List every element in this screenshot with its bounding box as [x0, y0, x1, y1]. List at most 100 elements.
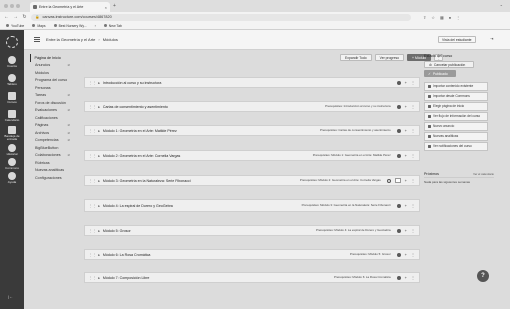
extensions-icon[interactable]: ▦: [440, 15, 444, 20]
breadcrumb-course[interactable]: Entre la Geometría y el Arte: [46, 37, 95, 42]
help-fab-icon[interactable]: ?: [477, 270, 489, 282]
global-nav-commons[interactable]: Commons: [0, 158, 24, 170]
view-calendar-link[interactable]: Ver el calendario: [473, 172, 494, 176]
drag-handle-icon[interactable]: ⋮⋮: [89, 253, 96, 257]
bookmark-nursery[interactable]: Best Nursery Wy...: [53, 24, 87, 28]
sidebar-action-button[interactable]: Importar desde Commons: [424, 92, 488, 101]
course-nav-item[interactable]: Configuraciones: [30, 174, 80, 182]
global-nav-help[interactable]: Ayuda: [0, 172, 24, 184]
tab-search-icon[interactable]: ⌄: [500, 2, 506, 7]
collapse-caret-icon[interactable]: ▸: [98, 276, 100, 280]
collapse-caret-icon[interactable]: ▸: [98, 229, 100, 233]
bookmark-more[interactable]: ›: [95, 24, 96, 28]
close-tab-icon[interactable]: ×: [105, 5, 107, 10]
global-nav-courses[interactable]: Cursos: [0, 92, 24, 104]
course-nav-item[interactable]: Personas: [30, 84, 80, 92]
add-item-icon[interactable]: +: [405, 153, 407, 158]
global-nav-history[interactable]: Historial: [0, 144, 24, 156]
drag-handle-icon[interactable]: ⋮⋮: [89, 229, 96, 233]
hamburger-icon[interactable]: [34, 37, 40, 43]
collapse-caret-icon[interactable]: ▸: [98, 154, 100, 158]
course-nav-item[interactable]: Archivos ⊘: [30, 129, 80, 137]
collapse-caret-icon[interactable]: ▸: [98, 204, 100, 208]
menu-icon[interactable]: ⋮: [456, 15, 460, 20]
add-item-icon[interactable]: +: [405, 203, 407, 208]
published-icon[interactable]: [396, 80, 401, 85]
drag-handle-icon[interactable]: ⋮⋮: [89, 129, 96, 133]
reload-icon[interactable]: ↻: [22, 14, 27, 20]
bookmark-maps[interactable]: Maps: [32, 24, 46, 28]
student-view-button[interactable]: Vista del estudiante: [438, 36, 476, 43]
global-nav-calendar[interactable]: Calendario: [0, 110, 24, 122]
course-nav-item[interactable]: Anuncios ⊘: [30, 62, 80, 70]
course-nav-item[interactable]: BigBlueButton: [30, 144, 80, 152]
course-nav-item[interactable]: Páginas ⊘: [30, 122, 80, 130]
sidebar-toggle-icon[interactable]: ⇥: [490, 36, 493, 41]
course-nav-item[interactable]: Colaboraciones ⊘: [30, 152, 80, 160]
module-row[interactable]: ⋮⋮ ▸ Introducción al curso y su instructor…: [84, 77, 420, 88]
course-nav-item[interactable]: Calificaciones: [30, 114, 80, 122]
drag-handle-icon[interactable]: ⋮⋮: [89, 105, 96, 109]
sidebar-action-button[interactable]: Importar contenido existente: [424, 82, 488, 91]
publish-toggle[interactable]: [394, 178, 401, 183]
bookmark-newtab[interactable]: New Tab: [103, 24, 122, 28]
course-nav-item[interactable]: Nuevas analíticas: [30, 167, 80, 175]
module-row[interactable]: ⋮⋮ ▸ Módulo 1: Geometría en el Arte: Matil…: [84, 125, 420, 136]
module-row[interactable]: ⋮⋮ ▸ Módulo 2: Geometría en el Arte: Corne…: [84, 150, 420, 161]
forward-icon[interactable]: →: [13, 14, 18, 20]
global-nav-inbox[interactable]: Bandeja de entrada: [0, 126, 24, 142]
module-row[interactable]: ⋮⋮ ▸ Módulo 4: La espiral de Durero y GeoG…: [84, 199, 420, 212]
sidebar-action-button[interactable]: Elegir página de inicio: [424, 102, 488, 111]
profile-icon[interactable]: ●: [449, 15, 451, 20]
course-nav-item[interactable]: Tareas ⊘: [30, 92, 80, 100]
module-row[interactable]: ⋮⋮ ▸ Módulo 6: La Rosa Cromática Prerequisi…: [84, 249, 420, 260]
module-menu-icon[interactable]: ⋮: [411, 228, 415, 233]
global-nav-dashboard[interactable]: Tablero: [0, 74, 24, 86]
module-menu-icon[interactable]: ⋮: [411, 275, 415, 280]
add-item-icon[interactable]: +: [405, 104, 407, 109]
published-button[interactable]: ✓ Publicado: [424, 70, 456, 77]
sidebar-action-button[interactable]: Nuevo anuncio: [424, 122, 488, 131]
add-item-icon[interactable]: +: [405, 275, 407, 280]
canvas-logo-icon[interactable]: [6, 36, 18, 48]
unpublished-icon[interactable]: [386, 178, 391, 183]
view-progress-button[interactable]: Ver progreso: [374, 54, 405, 61]
module-row[interactable]: ⋮⋮ ▸ Módulo 3: Geometría en la Naturaleza:…: [84, 175, 420, 186]
module-menu-icon[interactable]: ⋮: [411, 104, 415, 109]
back-icon[interactable]: ←: [4, 14, 9, 20]
module-menu-icon[interactable]: ⋮: [411, 252, 415, 257]
browser-tab[interactable]: Entre la Geometría y el Arte ×: [30, 2, 110, 12]
bookmark-youtube[interactable]: YouTube: [6, 24, 24, 28]
drag-handle-icon[interactable]: ⋮⋮: [89, 81, 96, 85]
module-menu-icon[interactable]: ⋮: [411, 203, 415, 208]
course-nav-item[interactable]: Página de Inicio: [30, 54, 80, 62]
drag-handle-icon[interactable]: ⋮⋮: [89, 179, 96, 183]
published-icon[interactable]: [396, 128, 401, 133]
module-menu-icon[interactable]: ⋮: [411, 80, 415, 85]
course-nav-item[interactable]: Evaluaciones ⊘: [30, 107, 80, 115]
collapse-caret-icon[interactable]: ▸: [98, 179, 100, 183]
bookmark-star-icon[interactable]: ☆: [431, 15, 435, 20]
unpublish-button[interactable]: ⊘ Cancelar publicación: [424, 61, 474, 68]
collapse-caret-icon[interactable]: ▸: [98, 253, 100, 257]
published-icon[interactable]: [396, 153, 401, 158]
course-nav-item[interactable]: Rúbricas: [30, 159, 80, 167]
course-nav-item[interactable]: Módulos: [30, 69, 80, 77]
module-row[interactable]: ⋮⋮ ▸ Módulo 7: Composición Libre Prerequisi…: [84, 272, 420, 283]
new-tab-icon[interactable]: +: [113, 3, 116, 9]
sidebar-action-button[interactable]: Ver flujo de información del curso: [424, 112, 488, 121]
module-menu-icon[interactable]: ⋮: [411, 178, 415, 183]
add-item-icon[interactable]: +: [405, 128, 407, 133]
add-item-icon[interactable]: +: [405, 80, 407, 85]
add-item-icon[interactable]: +: [405, 228, 407, 233]
collapse-caret-icon[interactable]: ▸: [98, 81, 100, 85]
drag-handle-icon[interactable]: ⋮⋮: [89, 154, 96, 158]
module-menu-icon[interactable]: ⋮: [411, 153, 415, 158]
sidebar-action-button[interactable]: Ver notificaciones del curso: [424, 142, 488, 151]
add-item-icon[interactable]: +: [405, 178, 407, 183]
module-row[interactable]: ⋮⋮ ▸ Cartas de consentimiento y asentimien…: [84, 101, 420, 112]
published-icon[interactable]: [396, 275, 401, 280]
course-nav-item[interactable]: Programa del curso: [30, 77, 80, 85]
published-icon[interactable]: [396, 203, 401, 208]
collapse-nav-icon[interactable]: |←: [8, 294, 13, 299]
